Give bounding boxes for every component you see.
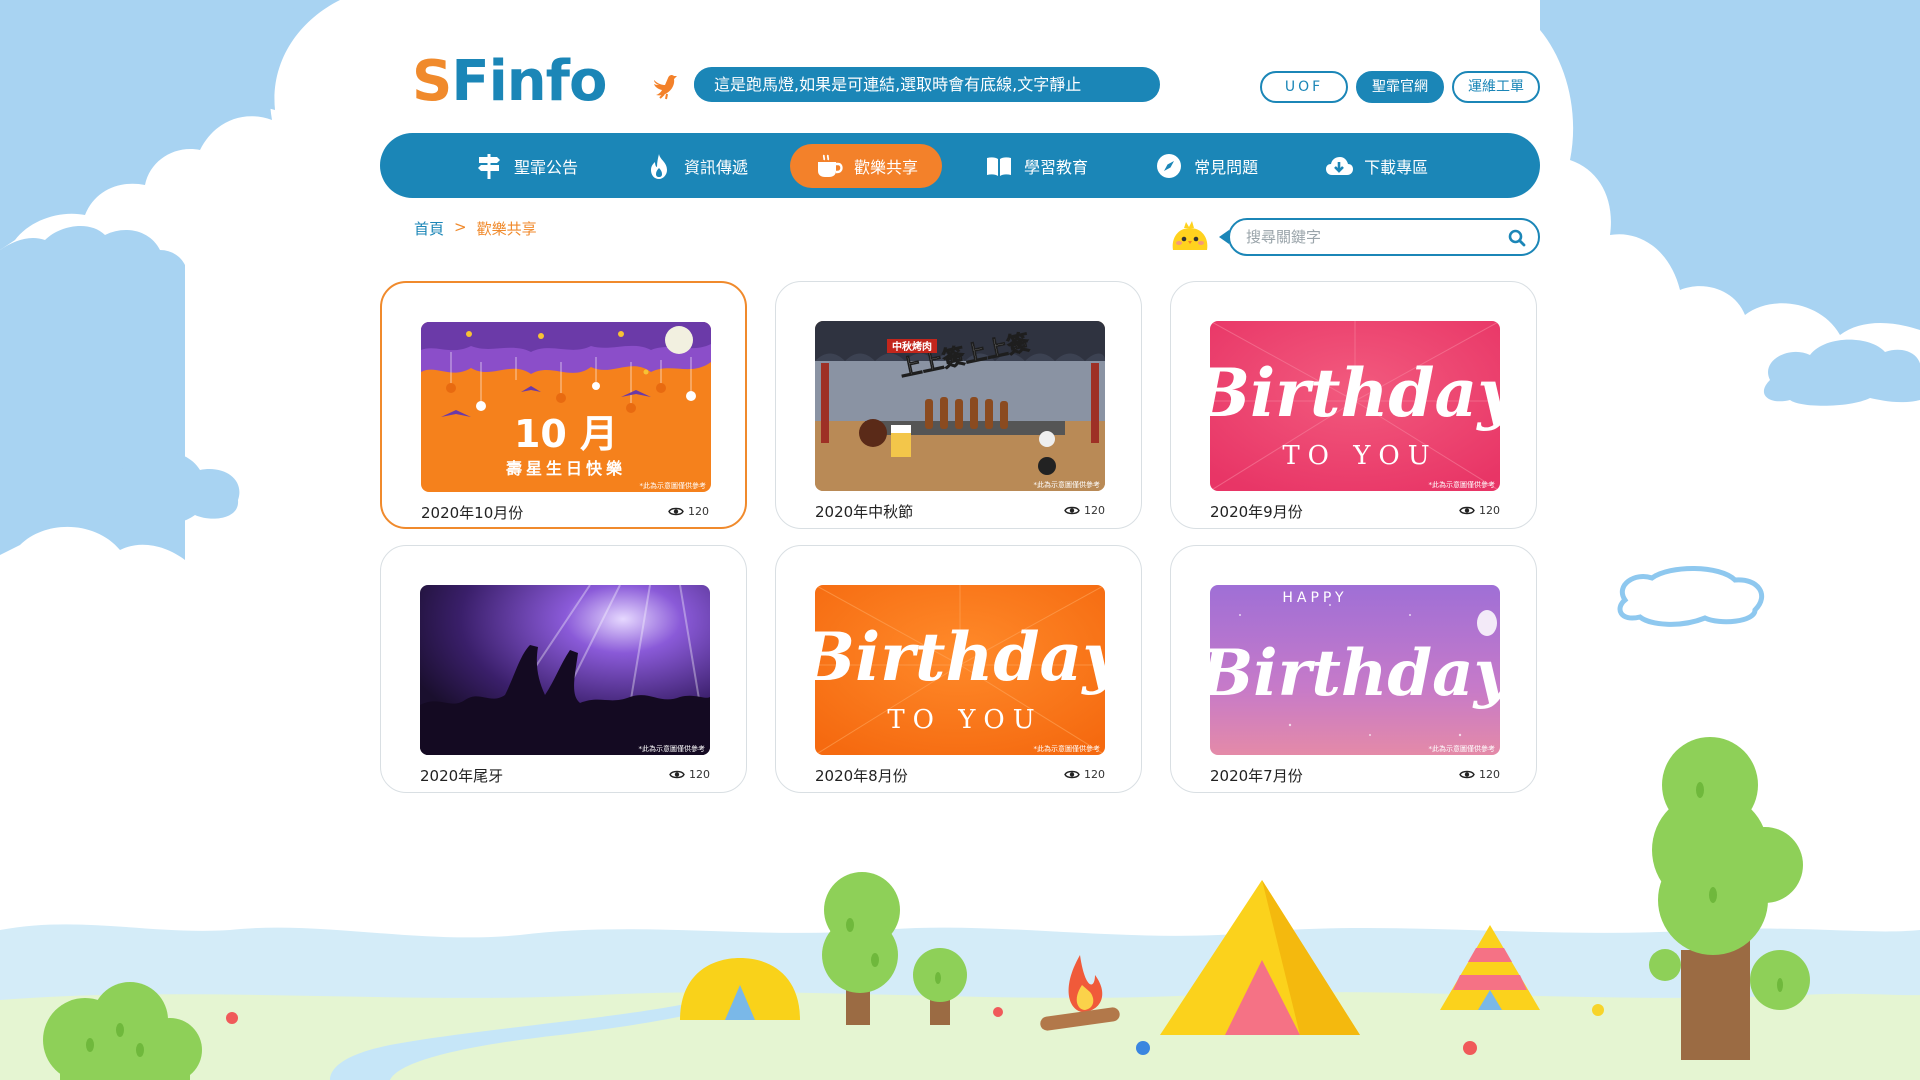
banner-note: *此為示意圖僅供參考 <box>640 481 707 490</box>
card-title: 2020年中秋節 <box>815 503 914 521</box>
view-count-value: 120 <box>1084 768 1105 781</box>
eye-icon <box>1459 770 1475 779</box>
banner-big-text: Birthday <box>815 618 1105 696</box>
card-year-end-party[interactable]: *此為示意圖僅供參考 2020年尾牙 120 <box>380 545 747 793</box>
breadcrumb: 首頁 > 歡樂共享 <box>414 218 537 239</box>
nav-label: 聖霏公告 <box>514 157 579 177</box>
card-title: 2020年8月份 <box>815 767 908 785</box>
search-input[interactable] <box>1246 226 1496 248</box>
banner-big-text: 10 月 <box>514 412 618 456</box>
bbq-banner-image: 上上簽上上簽 中秋烤肉 *此為示意圖僅供參考 <box>815 321 1105 491</box>
main-nav: 聖霏公告 資訊傳遞 歡樂共享 學習教育 常見問題 下載專區 <box>380 133 1540 198</box>
halloween-banner-image: 10 月 壽星生日快樂 *此為示意圖僅供參考 <box>421 322 711 492</box>
view-count-value: 120 <box>1084 504 1105 517</box>
compass-icon <box>1157 153 1182 178</box>
card-grid: 10 月 壽星生日快樂 *此為示意圖僅供參考 2020年10月份 120 上上簽… <box>380 281 1540 793</box>
view-count: 120 <box>669 768 710 781</box>
view-count: 120 <box>1459 768 1500 781</box>
nav-label: 資訊傳遞 <box>684 157 749 177</box>
view-count-value: 120 <box>688 505 709 518</box>
card-thumbnail: *此為示意圖僅供參考 <box>420 585 710 755</box>
breadcrumb-separator: > <box>454 218 467 236</box>
banner-big-text: Birthday <box>1210 354 1500 432</box>
card-title: 2020年9月份 <box>1210 503 1303 521</box>
card-thumbnail: 10 月 壽星生日快樂 *此為示意圖僅供參考 <box>421 322 711 492</box>
nav-item-sharing[interactable]: 歡樂共享 <box>790 143 943 188</box>
nav-label: 歡樂共享 <box>854 157 919 177</box>
search-icon[interactable] <box>1506 227 1528 249</box>
coffee-icon <box>818 154 843 177</box>
flame-icon <box>651 153 668 179</box>
eye-icon <box>669 770 685 779</box>
view-count: 120 <box>1459 504 1500 517</box>
page: SFinfo 這是跑馬燈,如果是可連結,選取時會有底線,文字靜止 UOF 聖霏官… <box>0 0 1920 1080</box>
logo[interactable]: SFinfo <box>412 49 608 114</box>
card-october[interactable]: 10 月 壽星生日快樂 *此為示意圖僅供參考 2020年10月份 120 <box>380 281 747 529</box>
eye-icon <box>668 507 684 516</box>
birthday-pink-banner-image: Birthday TO YOU *此為示意圖僅供參考 <box>1210 321 1500 491</box>
eye-icon <box>1459 506 1475 515</box>
chick-mascot-icon <box>1172 221 1208 250</box>
top-links: UOF 聖霏官網 運維工單 <box>1260 71 1540 103</box>
nav-item-announcements[interactable]: 聖霏公告 <box>450 144 602 188</box>
banner-note: *此為示意圖僅供參考 <box>1034 480 1101 489</box>
logo-text: Finfo <box>451 49 607 114</box>
search-box <box>1219 218 1540 256</box>
nav-label: 下載專區 <box>1364 157 1429 177</box>
view-count: 120 <box>668 505 709 518</box>
nav-item-faq[interactable]: 常見問題 <box>1130 144 1282 188</box>
official-site-link[interactable]: 聖霏官網 <box>1356 71 1444 103</box>
banner-note: *此為示意圖僅供參考 <box>1429 480 1496 489</box>
card-title: 2020年尾牙 <box>420 767 504 785</box>
card-mid-autumn[interactable]: 上上簽上上簽 中秋烤肉 *此為示意圖僅供參考 2020年中秋節 120 <box>775 281 1142 529</box>
birthday-orange-banner-image: Birthday TO YOU *此為示意圖僅供參考 <box>815 585 1105 755</box>
banner-note: *此為示意圖僅供參考 <box>639 744 706 753</box>
card-july[interactable]: HAPPY Birthday *此為示意圖僅供參考 2020年7月份 120 <box>1170 545 1537 793</box>
card-title: 2020年10月份 <box>421 504 524 522</box>
nav-label: 常見問題 <box>1194 157 1259 177</box>
book-icon <box>987 156 1012 176</box>
card-thumbnail: Birthday TO YOU *此為示意圖僅供參考 <box>1210 321 1500 491</box>
breadcrumb-current: 歡樂共享 <box>476 220 537 238</box>
view-count-value: 120 <box>1479 504 1500 517</box>
card-thumbnail: Birthday TO YOU *此為示意圖僅供參考 <box>815 585 1105 755</box>
banner-note: *此為示意圖僅供參考 <box>1429 744 1496 753</box>
nav-label: 學習教育 <box>1024 157 1089 177</box>
view-count: 120 <box>1064 768 1105 781</box>
banner-top-text: HAPPY <box>1282 590 1347 606</box>
nav-item-learning[interactable]: 學習教育 <box>960 144 1112 188</box>
banner-big-text: Birthday <box>1210 636 1500 711</box>
nav-item-info[interactable]: 資訊傳遞 <box>620 144 772 188</box>
eye-icon <box>1064 506 1080 515</box>
signpost-icon <box>478 153 500 179</box>
card-thumbnail: 上上簽上上簽 中秋烤肉 *此為示意圖僅供參考 <box>815 321 1105 491</box>
view-count: 120 <box>1064 504 1105 517</box>
ops-ticket-link[interactable]: 運維工單 <box>1452 71 1540 103</box>
card-thumbnail: HAPPY Birthday *此為示意圖僅供參考 <box>1210 585 1500 755</box>
nav-item-downloads[interactable]: 下載專區 <box>1300 144 1452 188</box>
banner-note: *此為示意圖僅供參考 <box>1034 744 1101 753</box>
birthday-purple-banner-image: HAPPY Birthday *此為示意圖僅供參考 <box>1210 585 1500 755</box>
card-august[interactable]: Birthday TO YOU *此為示意圖僅供參考 2020年8月份 120 <box>775 545 1142 793</box>
cloud-download-icon <box>1326 156 1354 175</box>
bird-icon <box>654 74 677 100</box>
concert-banner-image: *此為示意圖僅供參考 <box>420 585 710 755</box>
banner-small-text: 壽星生日快樂 <box>506 459 626 478</box>
view-count-value: 120 <box>1479 768 1500 781</box>
logo-letter-s: S <box>412 49 452 114</box>
marquee-banner[interactable]: 這是跑馬燈,如果是可連結,選取時會有底線,文字靜止 <box>694 67 1160 102</box>
eye-icon <box>1064 770 1080 779</box>
card-september[interactable]: Birthday TO YOU *此為示意圖僅供參考 2020年9月份 120 <box>1170 281 1537 529</box>
banner-small-text: 中秋烤肉 <box>892 340 932 353</box>
banner-small-text: TO YOU <box>1282 441 1437 471</box>
breadcrumb-home[interactable]: 首頁 <box>414 218 444 239</box>
view-count-value: 120 <box>689 768 710 781</box>
card-title: 2020年7月份 <box>1210 767 1303 785</box>
banner-small-text: TO YOU <box>887 705 1042 735</box>
uof-link[interactable]: UOF <box>1260 71 1348 103</box>
